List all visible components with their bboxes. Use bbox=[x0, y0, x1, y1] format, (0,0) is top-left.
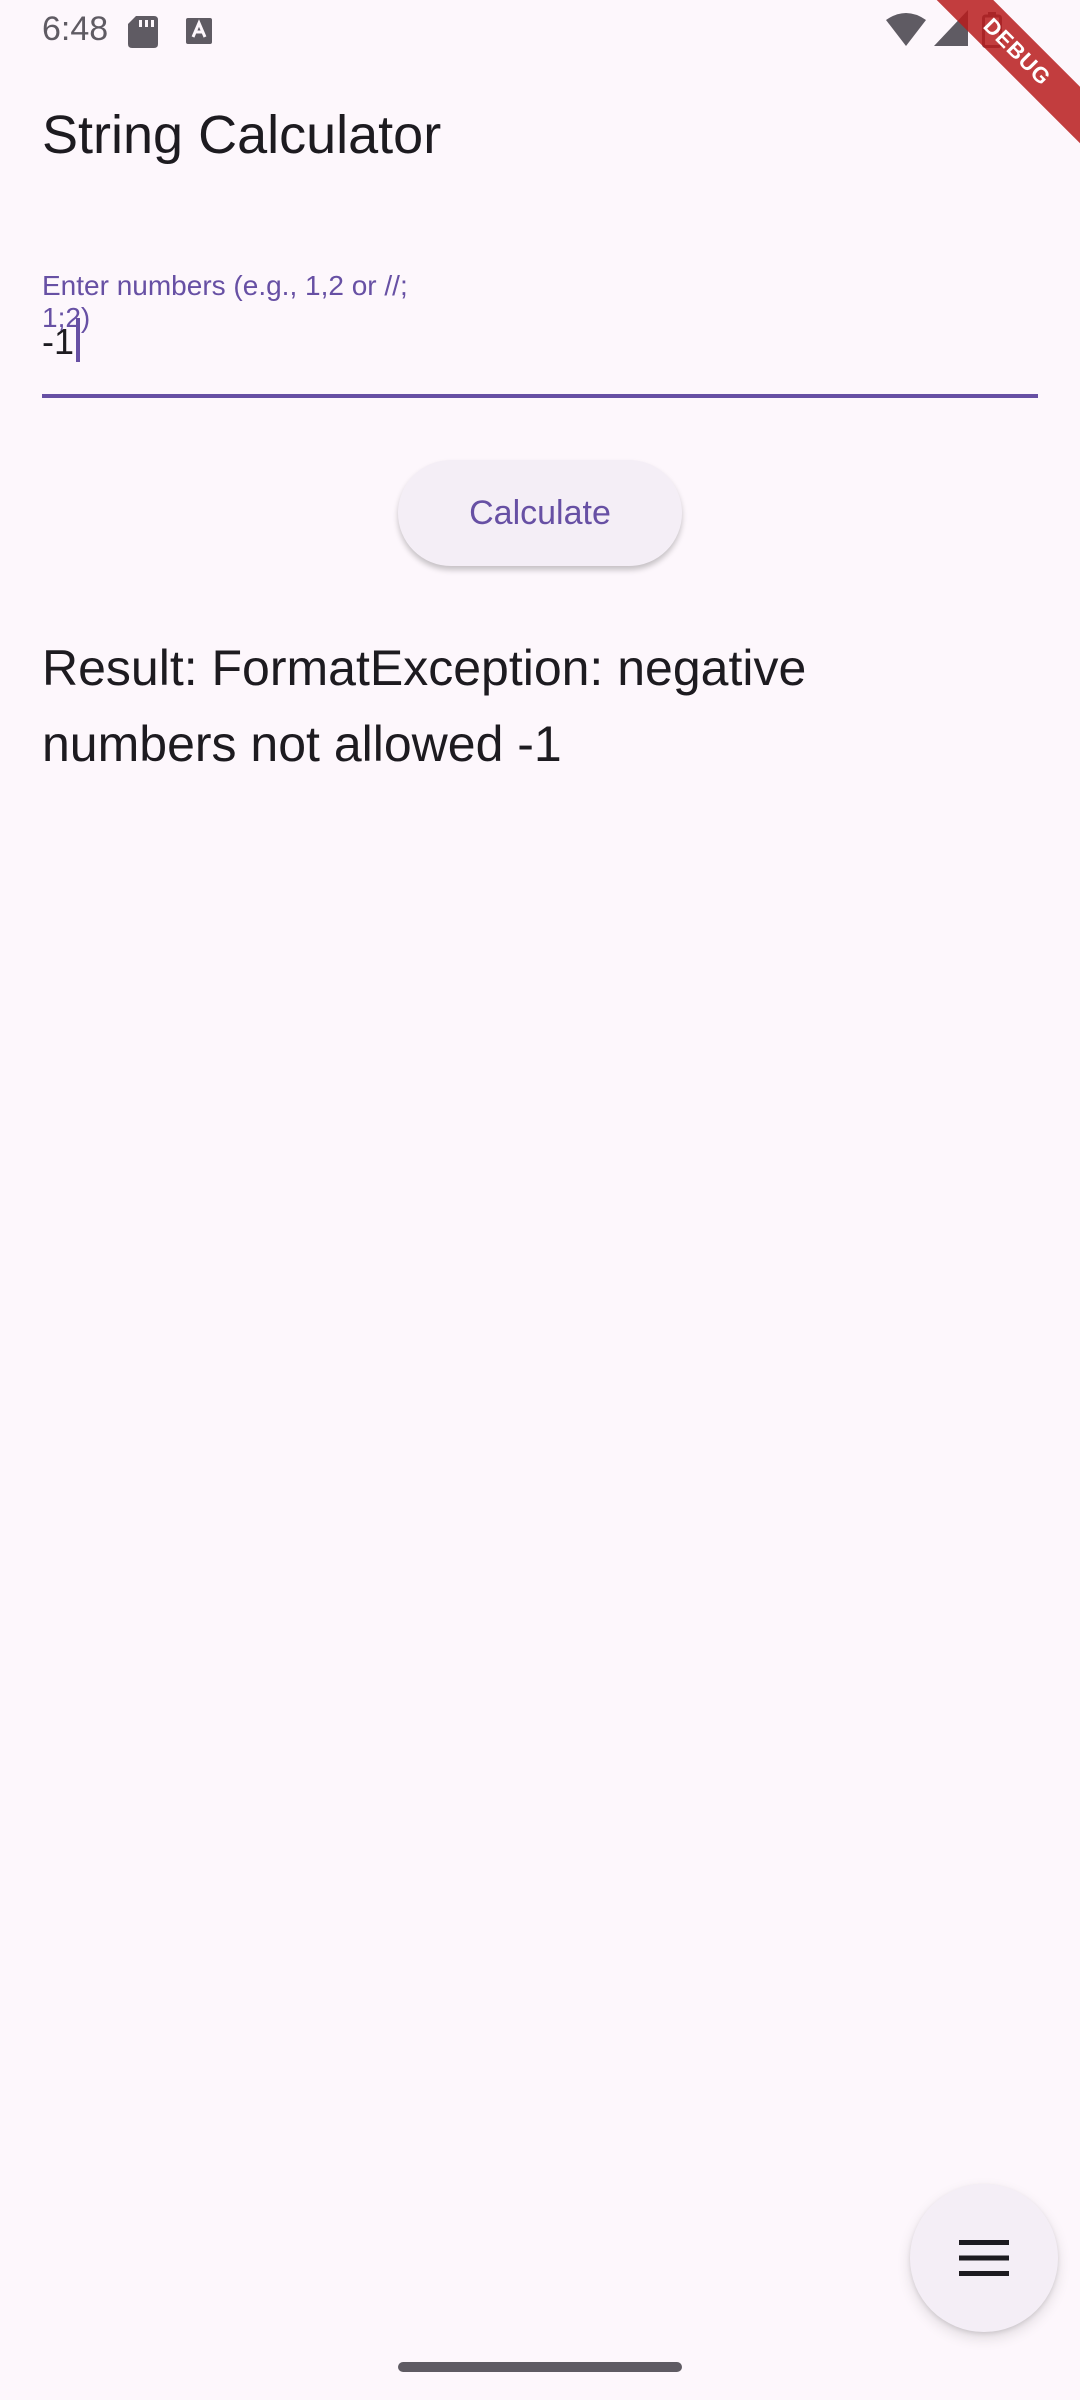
menu-fab-button[interactable] bbox=[910, 2184, 1058, 2332]
signal-icon bbox=[934, 10, 968, 46]
calculate-button[interactable]: Calculate bbox=[398, 460, 682, 566]
numbers-input-text: -1 bbox=[42, 321, 75, 362]
wifi-icon bbox=[886, 13, 926, 46]
battery-icon bbox=[982, 12, 1002, 48]
text-a-icon bbox=[186, 18, 212, 44]
numbers-input-underline bbox=[42, 394, 1038, 398]
status-bar: 6:48 bbox=[0, 0, 1080, 64]
sd-card-icon bbox=[128, 16, 158, 48]
numbers-input-value[interactable]: -1 bbox=[42, 318, 81, 366]
numbers-input[interactable]: Enter numbers (e.g., 1,2 or //; 1;2) -1 bbox=[42, 270, 1038, 398]
page-title: String Calculator bbox=[42, 105, 442, 165]
numbers-input-label: Enter numbers (e.g., 1,2 or //; 1;2) bbox=[42, 270, 408, 333]
home-indicator[interactable] bbox=[398, 2362, 682, 2372]
result-text: Result: FormatException: negative number… bbox=[42, 640, 807, 772]
status-time: 6:48 bbox=[42, 10, 109, 48]
menu-icon bbox=[959, 2240, 1009, 2276]
text-cursor bbox=[76, 318, 81, 362]
